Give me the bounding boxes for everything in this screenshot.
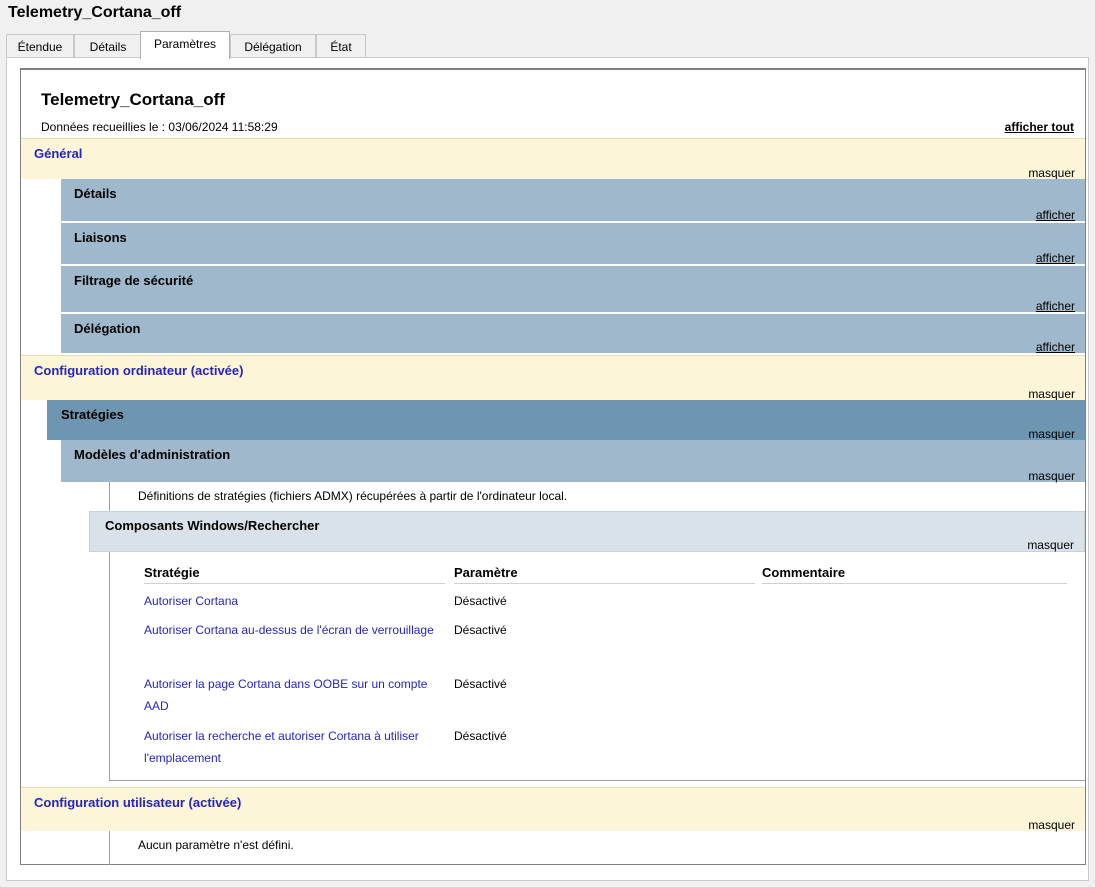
policy-link[interactable]: Autoriser la recherche et autoriser Cort… (144, 725, 434, 769)
settings-panel: Telemetry_Cortana_off Données recueillie… (6, 57, 1089, 881)
details-show-link[interactable]: afficher (1036, 208, 1075, 222)
header-rule (144, 583, 445, 584)
section-security-filtering: Filtrage de sécurité afficher (61, 266, 1085, 314)
report-date: Données recueillies le : 03/06/2024 11:5… (41, 120, 278, 134)
section-details-label: Détails (74, 186, 117, 201)
user-config-hide-link[interactable]: masquer (1028, 818, 1075, 832)
windows-search-hide-link[interactable]: masquer (1027, 538, 1074, 552)
section-general: Général masquer (21, 138, 1085, 180)
gpo-report: Telemetry_Cortana_off Données recueillie… (20, 68, 1086, 865)
policy-setting-value: Désactivé (454, 677, 507, 691)
general-hide-link[interactable]: masquer (1028, 166, 1075, 180)
section-windows-search: Composants Windows/Rechercher masquer (89, 511, 1085, 552)
section-delegation-label: Délégation (74, 321, 141, 336)
col-header-setting: Paramètre (454, 565, 518, 580)
section-windows-search-label: Composants Windows/Rechercher (105, 518, 320, 533)
section-admin-templates: Modèles d'administration masquer (61, 440, 1085, 483)
section-policies-label: Stratégies (61, 407, 124, 422)
links-show-link[interactable]: afficher (1036, 251, 1075, 265)
computer-config-hide-link[interactable]: masquer (1028, 387, 1075, 401)
policy-link[interactable]: Autoriser Cortana au-dessus de l'écran d… (144, 619, 434, 641)
section-general-label: Général (34, 146, 83, 161)
policy-setting-value: Désactivé (454, 623, 507, 637)
policy-setting-value: Désactivé (454, 729, 507, 743)
section-user-config: Configuration utilisateur (activée) masq… (21, 787, 1085, 832)
policy-link[interactable]: Autoriser la page Cortana dans OOBE sur … (144, 673, 434, 717)
tab-settings[interactable]: Paramètres (140, 31, 230, 59)
section-computer-config: Configuration ordinateur (activée) masqu… (21, 355, 1085, 401)
section-computer-config-label: Configuration ordinateur (activée) (34, 363, 244, 378)
col-header-policy: Stratégie (144, 565, 200, 580)
tree-line (109, 831, 110, 865)
security-show-link[interactable]: afficher (1036, 299, 1075, 313)
section-admin-templates-label: Modèles d'administration (74, 447, 231, 462)
header-rule (762, 583, 1067, 584)
policies-hide-link[interactable]: masquer (1028, 427, 1075, 441)
tab-scope[interactable]: Étendue (6, 34, 74, 58)
policy-link[interactable]: Autoriser Cortana (144, 590, 434, 612)
show-all-link[interactable]: afficher tout (1005, 120, 1074, 134)
header-rule (454, 583, 755, 584)
delegation-show-link[interactable]: afficher (1036, 340, 1075, 354)
admx-note: Définitions de stratégies (fichiers ADMX… (138, 489, 568, 503)
policy-setting-value: Désactivé (454, 594, 507, 608)
tab-details[interactable]: Détails (74, 34, 142, 58)
window-title: Telemetry_Cortana_off (8, 4, 182, 21)
tree-line (109, 780, 1085, 781)
section-delegation: Délégation afficher (61, 314, 1085, 355)
report-title: Telemetry_Cortana_off (41, 90, 225, 109)
admin-templates-hide-link[interactable]: masquer (1028, 469, 1075, 483)
section-user-config-label: Configuration utilisateur (activée) (34, 795, 242, 810)
tab-status[interactable]: État (316, 34, 366, 58)
section-links-label: Liaisons (74, 230, 127, 245)
col-header-comment: Commentaire (762, 565, 846, 580)
no-settings-note: Aucun paramètre n'est défini. (138, 838, 294, 852)
section-links: Liaisons afficher (61, 223, 1085, 266)
section-policies: Stratégies masquer (47, 400, 1085, 441)
tab-delegation[interactable]: Délégation (230, 34, 316, 58)
section-details: Détails afficher (61, 179, 1085, 223)
section-security-label: Filtrage de sécurité (74, 273, 194, 288)
